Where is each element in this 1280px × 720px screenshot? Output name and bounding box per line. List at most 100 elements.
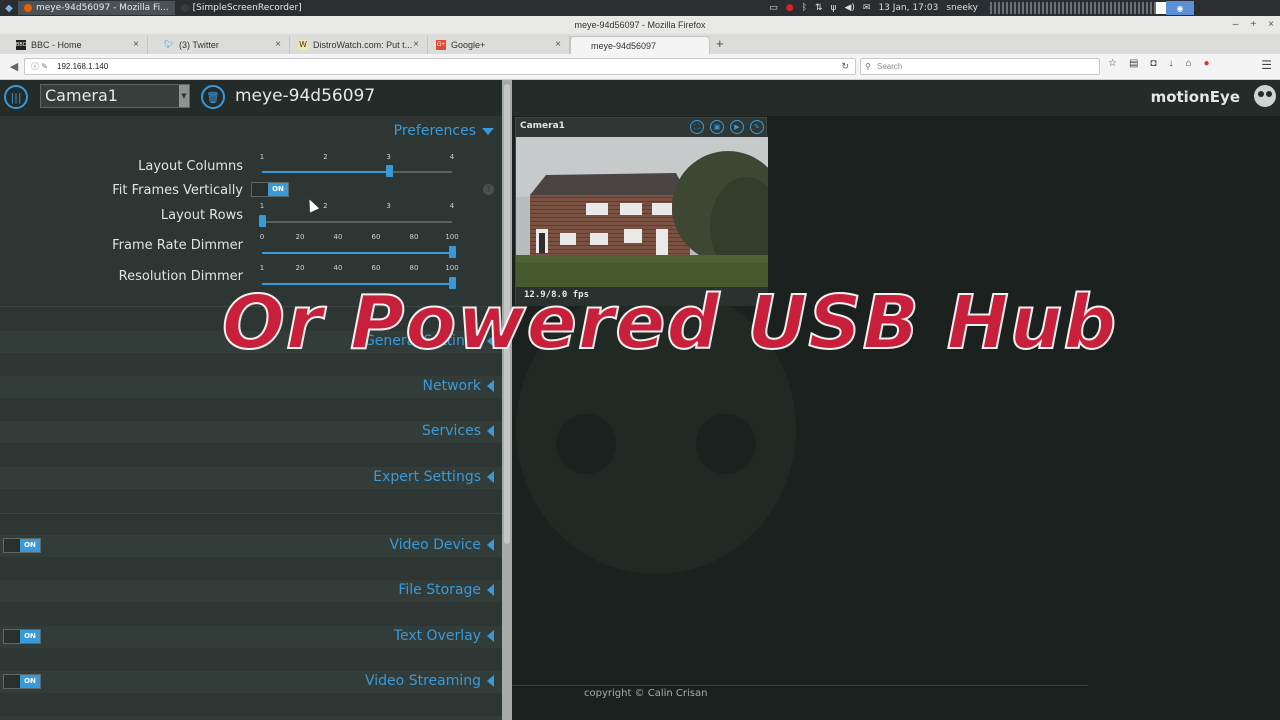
bookmark-star-icon[interactable]: ☆ [1108, 58, 1117, 69]
slider-tick-label: 3 [386, 202, 391, 210]
tray-spacer [1156, 2, 1166, 14]
camera-live-image[interactable] [516, 137, 768, 287]
section-title: Network [422, 378, 481, 394]
camera-frame-title: Camera1 [520, 121, 565, 131]
settings-panel: ||| Camera1 ▼ 🗑︎ meye-94d56097 Preferenc… [0, 80, 502, 720]
panel-scrollbar[interactable] [502, 80, 512, 720]
tab-twitter[interactable]: 🐦︎ (3) Twitter × [148, 36, 290, 54]
browser-tabbar: BBC BBC - Home × 🐦︎ (3) Twitter × W Dist… [0, 34, 1280, 54]
search-input[interactable]: ⚲ Search [860, 58, 1100, 75]
tab-label: DistroWatch.com: Put t... [313, 40, 413, 50]
taskbar-task-firefox[interactable]: meye-94d56097 - Mozilla Fi... [18, 1, 175, 15]
slider-tick-label: 100 [445, 233, 459, 241]
help-icon[interactable]: ? [483, 184, 494, 195]
back-button[interactable]: ◀ [6, 59, 22, 75]
window-controls: – + × [1233, 16, 1274, 34]
bluetooth-icon[interactable]: ᛒ [802, 3, 807, 13]
slider-track [262, 221, 452, 223]
close-icon[interactable]: × [1268, 16, 1274, 34]
settings-wrench-icon[interactable]: ✎ [750, 120, 764, 134]
layout-rows-slider[interactable] [259, 210, 452, 227]
section-title: Services [421, 423, 481, 439]
reload-icon[interactable]: ↻ [841, 59, 849, 74]
snapshot-icon[interactable]: ▣ [710, 120, 724, 134]
section-text-overlay[interactable]: Text Overlay [394, 628, 494, 644]
collapse-arrow-icon [487, 630, 494, 642]
usb-icon[interactable]: ψ [831, 3, 837, 13]
hamburger-menu-icon[interactable]: ☰ [1261, 58, 1272, 72]
firefox-launcher-icon[interactable]: ◉ [1166, 1, 1194, 15]
slider-tick-label: 2 [323, 202, 328, 210]
fit-frames-toggle[interactable]: ON [251, 182, 289, 197]
text-overlay-toggle[interactable]: ON [3, 629, 41, 644]
site-info-icon[interactable]: ⓘ ✎ [31, 59, 48, 74]
slider-handle[interactable] [385, 165, 393, 177]
video-device-toggle[interactable]: ON [3, 538, 41, 553]
camera-select[interactable]: Camera1 ▼ [40, 84, 190, 108]
copyright-text: copyright © Calin Crisan [584, 688, 708, 699]
tab-bbc[interactable]: BBC BBC - Home × [0, 36, 148, 54]
new-tab-button[interactable]: + [716, 36, 724, 51]
taskbar-task-recorder[interactable]: [SimpleScreenRecorder] [175, 1, 308, 15]
frame-rate-dimmer-slider[interactable] [262, 241, 456, 258]
volume-icon[interactable]: ◀) [844, 3, 854, 13]
section-preferences[interactable]: Preferences [394, 123, 494, 139]
slider-fill [262, 252, 452, 254]
record-tray-icon[interactable]: ● [786, 3, 794, 13]
section-file-storage[interactable]: File Storage [398, 582, 494, 598]
section-services[interactable]: Services [422, 423, 494, 439]
tab-googleplus[interactable]: G+ Google+ × [428, 36, 570, 54]
maximize-icon[interactable]: + [1250, 16, 1256, 34]
recorder-icon [180, 4, 189, 12]
footer-divider [512, 685, 1088, 686]
camera-view: motionEye Camera1 ⛶ ▣ ▶ ✎ 12.9/8.0 fps c… [512, 80, 1280, 720]
download-icon[interactable]: ↓ [1168, 58, 1173, 69]
section-expert-settings[interactable]: Expert Settings [373, 469, 494, 485]
fit-frames-label: Fit Frames Vertically [112, 183, 243, 198]
url-bar[interactable]: ⓘ ✎ 192.168.1.140 ↻ [24, 58, 856, 75]
tab-meye[interactable]: meye-94d56097 [570, 36, 710, 54]
minimize-icon[interactable]: – [1233, 16, 1239, 34]
layout-columns-slider[interactable] [262, 160, 452, 177]
googleplus-icon: G+ [436, 40, 446, 50]
section-video-device[interactable]: Video Device [389, 537, 494, 553]
transfer-icon[interactable]: ⇅ [815, 3, 823, 13]
slider-handle[interactable] [449, 246, 456, 258]
tab-close-icon[interactable]: × [275, 39, 281, 50]
search-placeholder: Search [877, 62, 903, 71]
video-streaming-toggle[interactable]: ON [3, 674, 41, 689]
collapse-arrow-icon [487, 380, 494, 392]
start-menu-icon[interactable]: ◆ [0, 0, 18, 16]
collapse-arrow-icon [487, 539, 494, 551]
camera-frame[interactable]: Camera1 ⛶ ▣ ▶ ✎ 12.9/8.0 fps [515, 117, 768, 306]
pocket-icon[interactable]: ◘ [1150, 58, 1156, 69]
slider-handle[interactable] [259, 215, 266, 227]
tab-close-icon[interactable]: × [133, 39, 139, 50]
mail-icon[interactable]: ✉ [863, 3, 871, 13]
search-icon: ⚲ [865, 62, 871, 71]
section-network[interactable]: Network [423, 378, 494, 394]
settings-toggle-button[interactable]: ||| [4, 85, 28, 109]
fullscreen-icon[interactable]: ⛶ [690, 120, 704, 134]
slider-tick-label: 20 [295, 233, 305, 241]
tab-distrowatch[interactable]: W DistroWatch.com: Put t... × [290, 36, 428, 54]
remove-camera-button[interactable]: 🗑︎ [201, 85, 225, 109]
section-video-streaming[interactable]: Video Streaming [365, 673, 494, 689]
reading-list-icon[interactable]: ▤ [1129, 58, 1138, 69]
divider [0, 513, 502, 514]
slider-tick-label: 0 [259, 233, 265, 241]
slider-tick-label: 60 [371, 233, 381, 241]
camera-frame-actions: ⛶ ▣ ▶ ✎ [690, 120, 764, 134]
window-title: meye-94d56097 - Mozilla Firefox [574, 20, 706, 30]
home-icon[interactable]: ⌂ [1185, 58, 1191, 69]
owl-eye [696, 414, 756, 474]
clock[interactable]: 13 Jan, 17:03 [878, 3, 938, 13]
section-title: Expert Settings [373, 469, 481, 485]
section-title: Video Device [389, 537, 481, 553]
play-icon[interactable]: ▶ [730, 120, 744, 134]
network-tray-icon[interactable]: ▭ [769, 3, 778, 13]
chrome-style-icon[interactable]: ● [1204, 58, 1210, 69]
tab-close-icon[interactable]: × [413, 39, 419, 50]
toggle-on-state: ON [20, 630, 40, 643]
tab-close-icon[interactable]: × [555, 39, 561, 50]
